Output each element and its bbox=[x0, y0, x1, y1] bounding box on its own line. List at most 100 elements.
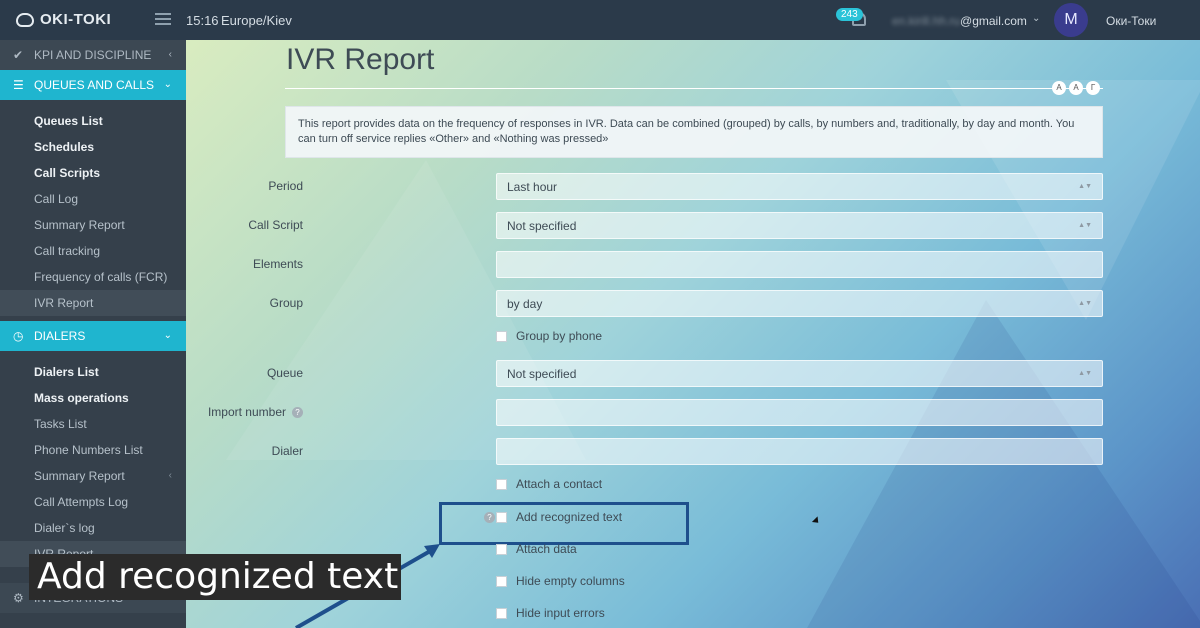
dialer-row: Dialer bbox=[186, 438, 1103, 465]
attach-data-checkbox[interactable]: Attach data bbox=[496, 540, 577, 558]
checkbox-label: Attach data bbox=[516, 542, 577, 556]
elements-row: Elements bbox=[186, 251, 1103, 278]
label-text: Import number bbox=[207, 405, 286, 419]
logo[interactable]: OKI-TOKI bbox=[16, 11, 111, 28]
sidebar-item-summary-report[interactable]: Summary Report bbox=[0, 212, 186, 238]
top-bar: OKI-TOKI 15:16 Europe/Kiev 243 en.kirill… bbox=[0, 0, 1200, 40]
list-icon: ☰ bbox=[13, 78, 24, 92]
highlight-frame bbox=[439, 502, 689, 545]
script-row: Call Script Not specified ▲▼ bbox=[186, 212, 1103, 239]
caret-icon: ▲▼ bbox=[1078, 370, 1092, 377]
info-box: This report provides data on the frequen… bbox=[285, 106, 1103, 158]
company-name[interactable]: Оки-Токи bbox=[1106, 14, 1156, 28]
checkbox-box[interactable] bbox=[496, 543, 507, 555]
checkbox-box[interactable] bbox=[496, 575, 507, 587]
check-icon: ✔ bbox=[13, 48, 24, 62]
elements-label: Elements bbox=[252, 257, 303, 271]
clock-icon: ◷ bbox=[13, 329, 24, 343]
sidebar-item-fcr[interactable]: Frequency of calls (FCR) bbox=[0, 264, 186, 290]
group-label: Group bbox=[269, 296, 303, 310]
section-label: KPI AND DISCIPLINE bbox=[34, 48, 152, 62]
elements-input[interactable] bbox=[496, 251, 1103, 278]
chevron-left-icon: ‹ bbox=[168, 470, 172, 481]
checkbox-label: Attach a contact bbox=[516, 477, 603, 491]
sidebar-item-dialers-list[interactable]: Dialers List bbox=[0, 359, 186, 385]
font-large-button[interactable]: Г bbox=[1086, 81, 1100, 95]
select-value: Not specified bbox=[507, 219, 577, 233]
import-row: Import number? bbox=[186, 399, 1103, 426]
period-label: Period bbox=[268, 179, 303, 193]
select-value: Last hour bbox=[507, 180, 558, 194]
help-icon[interactable]: ? bbox=[292, 407, 303, 418]
select-value: by day bbox=[507, 297, 543, 311]
sidebar-item-call-scripts[interactable]: Call Scripts bbox=[0, 160, 186, 186]
font-size-controls: A A Г bbox=[1052, 81, 1100, 95]
select-value: Not specified bbox=[507, 367, 577, 381]
chevron-down-icon: ⌄ bbox=[163, 330, 172, 341]
cloud-icon bbox=[16, 12, 34, 27]
sidebar-item-schedules[interactable]: Schedules bbox=[0, 134, 186, 160]
email-blurred: en.kirill.hh.ru bbox=[892, 14, 961, 28]
period-row: Period Last hour ▲▼ bbox=[186, 173, 1103, 200]
sidebar-item-ivr-report[interactable]: IVR Report bbox=[0, 290, 186, 316]
sidebar-item-call-tracking[interactable]: Call tracking bbox=[0, 238, 186, 264]
sidebar-item-call-attempts-log[interactable]: Call Attempts Log bbox=[0, 489, 186, 515]
sidebar-item-call-log[interactable]: Call Log bbox=[0, 186, 186, 212]
sidebar-item-phone-numbers[interactable]: Phone Numbers List bbox=[0, 437, 186, 463]
sidebar-section-kpi[interactable]: ✔ KPI AND DISCIPLINE ‹ bbox=[0, 40, 186, 70]
font-medium-button[interactable]: A bbox=[1069, 81, 1083, 95]
sidebar: ✔ KPI AND DISCIPLINE ‹ ☰ QUEUES AND CALL… bbox=[0, 40, 186, 628]
dialer-input[interactable] bbox=[496, 438, 1103, 465]
notification-badge: 243 bbox=[836, 8, 863, 21]
sidebar-item-dialers-log[interactable]: Dialer`s log bbox=[0, 515, 186, 541]
import-number-input[interactable] bbox=[496, 399, 1103, 426]
caret-icon: ▲▼ bbox=[1078, 222, 1092, 229]
sidebar-item-tasks-list[interactable]: Tasks List bbox=[0, 411, 186, 437]
group-by-phone-checkbox[interactable]: Group by phone bbox=[496, 327, 602, 345]
sidebar-item-queues-list[interactable]: Queues List bbox=[0, 108, 186, 134]
avatar[interactable]: M bbox=[1054, 3, 1088, 37]
item-label: Summary Report bbox=[34, 469, 125, 483]
gears-icon: ⚙ bbox=[13, 591, 24, 605]
page-title: IVR Report bbox=[286, 43, 435, 76]
checkbox-label: Hide input errors bbox=[516, 606, 605, 620]
call-script-label: Call Script bbox=[248, 218, 303, 232]
section-label: DIALERS bbox=[34, 329, 86, 343]
email-domain: @gmail.com bbox=[960, 14, 1027, 28]
annotation-caption: Add recognized text bbox=[29, 554, 401, 600]
checkbox-box[interactable] bbox=[496, 330, 507, 342]
group-row: Group by day ▲▼ bbox=[186, 290, 1103, 317]
sidebar-item-dialer-summary[interactable]: Summary Report ‹ bbox=[0, 463, 186, 489]
divider bbox=[285, 88, 1103, 89]
section-label: QUEUES AND CALLS bbox=[34, 78, 155, 92]
checkbox-label: Group by phone bbox=[516, 329, 603, 343]
checkbox-label: Hide empty columns bbox=[516, 574, 625, 588]
hide-input-errors-checkbox[interactable]: Hide input errors bbox=[496, 604, 605, 622]
import-number-label: Import number? bbox=[208, 405, 303, 419]
queue-row: Queue Not specified ▲▼ bbox=[186, 360, 1103, 387]
attach-contact-checkbox[interactable]: Attach a contact bbox=[496, 475, 602, 493]
sidebar-item-mass-operations[interactable]: Mass operations bbox=[0, 385, 186, 411]
group-select[interactable]: by day ▲▼ bbox=[496, 290, 1103, 317]
dialer-label: Dialer bbox=[271, 444, 303, 458]
logo-text: OKI-TOKI bbox=[40, 11, 112, 28]
caret-icon: ▲▼ bbox=[1078, 300, 1092, 307]
hide-empty-columns-checkbox[interactable]: Hide empty columns bbox=[496, 572, 625, 590]
caret-icon: ▲▼ bbox=[1078, 183, 1092, 190]
font-small-button[interactable]: A bbox=[1052, 81, 1066, 95]
timezone: Europe/Kiev bbox=[221, 13, 292, 28]
checkbox-box[interactable] bbox=[496, 607, 507, 619]
sidebar-section-dialers[interactable]: ◷ DIALERS ⌄ bbox=[0, 321, 186, 351]
main-content: IVR Report A A Г This report provides da… bbox=[186, 40, 1200, 628]
chevron-down-icon[interactable]: ⌄ bbox=[1032, 13, 1040, 24]
checkbox-box[interactable] bbox=[496, 478, 507, 490]
clock-time: 15:16 bbox=[186, 13, 219, 28]
chevron-down-icon: ⌄ bbox=[163, 79, 172, 90]
period-select[interactable]: Last hour ▲▼ bbox=[496, 173, 1103, 200]
user-email[interactable]: en.kirill.hh.ru@gmail.com bbox=[892, 14, 1027, 28]
queue-select[interactable]: Not specified ▲▼ bbox=[496, 360, 1103, 387]
menu-toggle-icon[interactable] bbox=[155, 13, 171, 25]
call-script-select[interactable]: Not specified ▲▼ bbox=[496, 212, 1103, 239]
queue-label: Queue bbox=[266, 366, 303, 380]
sidebar-section-queues[interactable]: ☰ QUEUES AND CALLS ⌄ bbox=[0, 70, 186, 100]
